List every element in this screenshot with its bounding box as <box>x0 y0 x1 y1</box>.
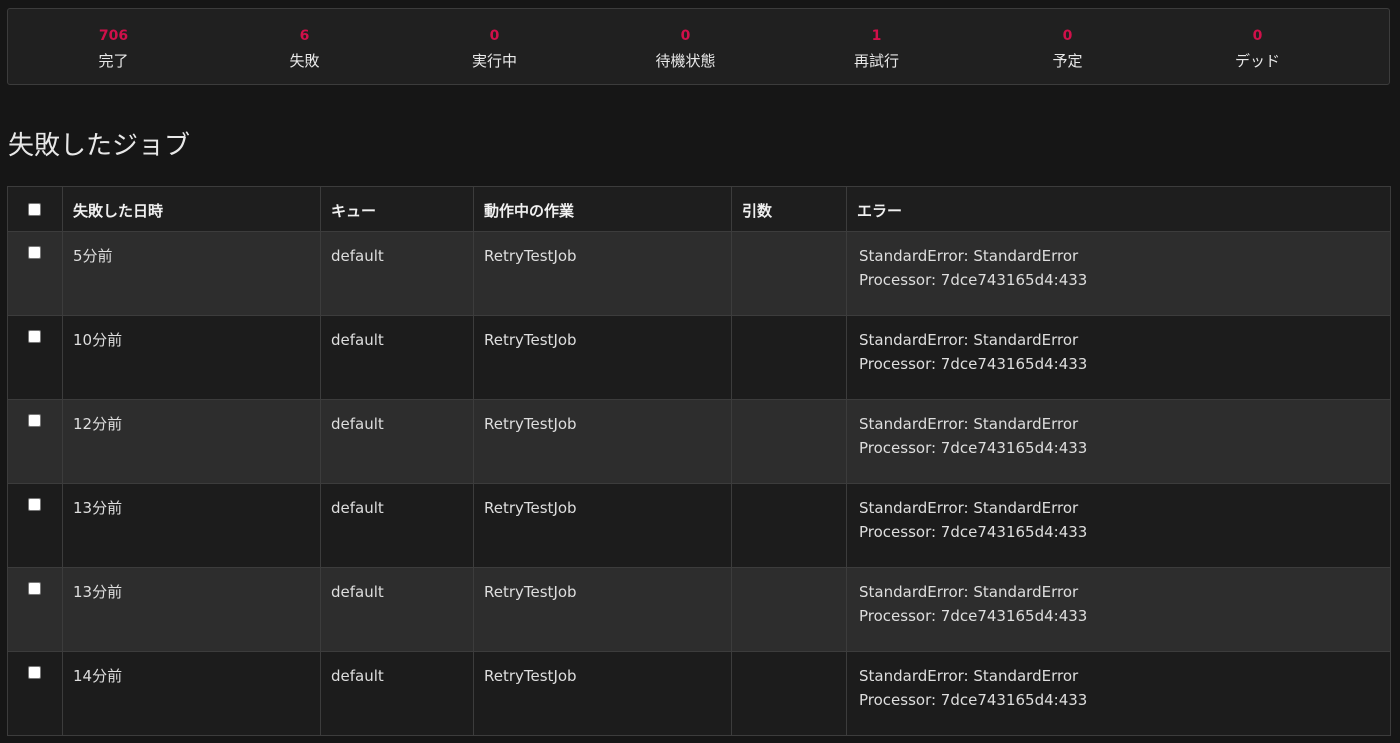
stats-summary-bar: 706 完了 6 失敗 0 実行中 0 待機状態 1 再試行 0 予定 0 デッ… <box>7 8 1390 85</box>
error-processor: Processor: 7dce743165d4:433 <box>859 271 1088 289</box>
row-checkbox[interactable] <box>28 246 41 259</box>
error-message: StandardError: StandardError <box>859 583 1079 601</box>
header-failed-at: 失敗した日時 <box>62 186 321 232</box>
failed-at-link[interactable]: 10分前 <box>62 315 321 400</box>
row-select-cell <box>7 651 63 736</box>
job-arguments <box>731 651 847 736</box>
job-class: RetryTestJob <box>473 483 732 568</box>
stat-count: 0 <box>1252 28 1263 44</box>
stat-failed[interactable]: 6 失敗 <box>209 9 400 84</box>
stat-enqueued[interactable]: 0 待機状態 <box>590 9 781 84</box>
stat-label: 予定 <box>1052 52 1083 70</box>
error-processor: Processor: 7dce743165d4:433 <box>859 607 1088 625</box>
row-select-cell <box>7 567 63 652</box>
stat-label: 完了 <box>98 52 129 70</box>
error-cell: StandardError: StandardError Processor: … <box>846 399 1391 484</box>
job-class: RetryTestJob <box>473 231 732 316</box>
job-arguments <box>731 567 847 652</box>
error-message: StandardError: StandardError <box>859 415 1079 433</box>
stat-label: デッド <box>1234 52 1280 70</box>
error-cell: StandardError: StandardError Processor: … <box>846 315 1391 400</box>
stat-processed[interactable]: 706 完了 <box>18 9 209 84</box>
header-error: エラー <box>846 186 1391 232</box>
failed-at-link[interactable]: 13分前 <box>62 567 321 652</box>
row-checkbox[interactable] <box>28 666 41 679</box>
header-queue: キュー <box>320 186 474 232</box>
stat-label: 再試行 <box>853 52 899 70</box>
queue-link[interactable]: default <box>320 651 474 736</box>
row-checkbox[interactable] <box>28 582 41 595</box>
stat-label: 待機状態 <box>655 52 716 70</box>
stat-label: 実行中 <box>471 52 517 70</box>
stat-count: 6 <box>299 28 310 44</box>
failed-jobs-table: 失敗した日時 キュー 動作中の作業 引数 エラー 5分前 default Ret… <box>7 186 1391 736</box>
error-cell: StandardError: StandardError Processor: … <box>846 567 1391 652</box>
stat-retries[interactable]: 1 再試行 <box>781 9 972 84</box>
queue-link[interactable]: default <box>320 483 474 568</box>
table-row: 14分前 default RetryTestJob StandardError:… <box>7 651 1391 736</box>
table-row: 13分前 default RetryTestJob StandardError:… <box>7 483 1391 568</box>
table-row: 13分前 default RetryTestJob StandardError:… <box>7 567 1391 652</box>
error-processor: Processor: 7dce743165d4:433 <box>859 523 1088 541</box>
page-title: 失敗したジョブ <box>8 131 191 161</box>
row-checkbox[interactable] <box>28 498 41 511</box>
queue-link[interactable]: default <box>320 315 474 400</box>
error-cell: StandardError: StandardError Processor: … <box>846 651 1391 736</box>
row-select-cell <box>7 483 63 568</box>
job-class: RetryTestJob <box>473 651 732 736</box>
header-arguments: 引数 <box>731 186 847 232</box>
error-cell: StandardError: StandardError Processor: … <box>846 483 1391 568</box>
stat-busy[interactable]: 0 実行中 <box>399 9 590 84</box>
job-arguments <box>731 399 847 484</box>
job-arguments <box>731 483 847 568</box>
row-checkbox[interactable] <box>28 414 41 427</box>
job-class: RetryTestJob <box>473 315 732 400</box>
header-job: 動作中の作業 <box>473 186 732 232</box>
failed-at-link[interactable]: 5分前 <box>62 231 321 316</box>
table-header-row: 失敗した日時 キュー 動作中の作業 引数 エラー <box>7 186 1391 232</box>
error-processor: Processor: 7dce743165d4:433 <box>859 439 1088 457</box>
stat-dead[interactable]: 0 デッド <box>1162 9 1353 84</box>
error-cell: StandardError: StandardError Processor: … <box>846 231 1391 316</box>
error-message: StandardError: StandardError <box>859 499 1079 517</box>
stat-label: 失敗 <box>289 52 320 70</box>
table-row: 10分前 default RetryTestJob StandardError:… <box>7 315 1391 400</box>
job-class: RetryTestJob <box>473 567 732 652</box>
stat-count: 706 <box>98 28 129 44</box>
row-checkbox[interactable] <box>28 330 41 343</box>
stat-scheduled[interactable]: 0 予定 <box>972 9 1163 84</box>
queue-link[interactable]: default <box>320 399 474 484</box>
row-select-cell <box>7 231 63 316</box>
queue-link[interactable]: default <box>320 567 474 652</box>
queue-link[interactable]: default <box>320 231 474 316</box>
failed-at-link[interactable]: 14分前 <box>62 651 321 736</box>
job-arguments <box>731 231 847 316</box>
job-class: RetryTestJob <box>473 399 732 484</box>
row-select-cell <box>7 315 63 400</box>
table-row: 12分前 default RetryTestJob StandardError:… <box>7 399 1391 484</box>
stat-count: 0 <box>489 28 500 44</box>
select-all-checkbox[interactable] <box>28 203 41 216</box>
error-message: StandardError: StandardError <box>859 247 1079 265</box>
error-message: StandardError: StandardError <box>859 667 1079 685</box>
failed-at-link[interactable]: 12分前 <box>62 399 321 484</box>
select-all-header <box>7 186 63 232</box>
stat-count: 1 <box>871 28 882 44</box>
error-processor: Processor: 7dce743165d4:433 <box>859 355 1088 373</box>
job-arguments <box>731 315 847 400</box>
stat-count: 0 <box>680 28 691 44</box>
stat-count: 0 <box>1062 28 1073 44</box>
table-row: 5分前 default RetryTestJob StandardError: … <box>7 231 1391 316</box>
failed-at-link[interactable]: 13分前 <box>62 483 321 568</box>
error-processor: Processor: 7dce743165d4:433 <box>859 691 1088 709</box>
row-select-cell <box>7 399 63 484</box>
error-message: StandardError: StandardError <box>859 331 1079 349</box>
